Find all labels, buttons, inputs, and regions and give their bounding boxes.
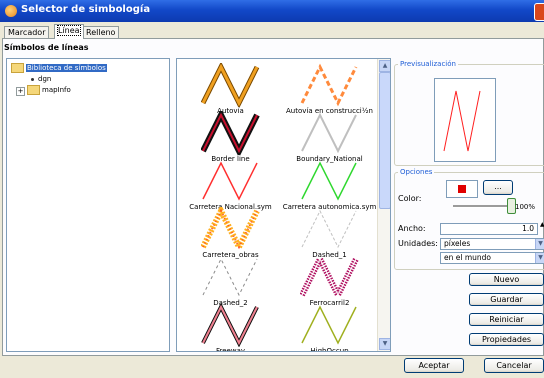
symbol-line-preview	[202, 257, 257, 297]
units-select[interactable]: píxeles ▼	[440, 238, 544, 250]
symbol-item[interactable]: Dashed_1	[282, 207, 377, 259]
reset-button[interactable]: Reiniciar	[469, 313, 544, 326]
symbol-line-preview	[299, 255, 359, 299]
tree-node-dgn[interactable]: dgn	[31, 74, 51, 85]
folder-open-icon	[11, 63, 24, 73]
preview-line	[443, 90, 481, 152]
symbol-item[interactable]: Carretera Nacional.sym	[183, 159, 278, 211]
cancel-button[interactable]: Cancelar	[484, 358, 544, 373]
tab-linea[interactable]: Línea	[54, 24, 84, 39]
symbol-line-preview	[301, 209, 356, 249]
symbol-line-preview	[200, 63, 259, 107]
section-title: Símbolos de líneas	[4, 43, 89, 52]
tree-node-mapinfo[interactable]: mapInfo	[27, 85, 71, 96]
scroll-up-icon[interactable]: ▲	[379, 60, 390, 72]
symbol-item[interactable]: Border line	[183, 111, 278, 163]
library-tree[interactable]: Biblioteca de símbolos dgn + mapInfo	[6, 58, 170, 352]
expand-icon[interactable]: +	[16, 87, 25, 96]
color-value	[458, 185, 466, 193]
scroll-thumb[interactable]	[379, 72, 390, 209]
save-button[interactable]: Guardar	[469, 293, 544, 306]
units-reference-select[interactable]: en el mundo ▼	[440, 252, 544, 264]
app-icon	[5, 5, 17, 17]
window-title: Selector de simbología	[21, 4, 151, 15]
close-button[interactable]	[534, 3, 544, 21]
symbol-item[interactable]: Ferrocarril2	[282, 255, 377, 307]
symbol-line-preview	[300, 63, 357, 107]
symbol-item[interactable]: Carretera autonomica.sym	[282, 159, 377, 211]
leaf-icon	[31, 77, 34, 81]
chevron-down-icon: ▼	[535, 253, 544, 263]
symbol-line-preview	[200, 207, 260, 251]
symbol-line-preview	[300, 305, 357, 345]
accept-button[interactable]: Aceptar	[404, 358, 464, 373]
tree-node-root[interactable]: Biblioteca de símbolos	[11, 63, 107, 74]
symbol-item[interactable]: Dashed_2	[183, 255, 278, 307]
symbol-line-preview	[200, 303, 259, 347]
symbol-item[interactable]: Carretera_obras	[183, 207, 278, 259]
symbol-line-preview	[200, 111, 260, 155]
title-bar: Selector de simbología	[0, 0, 544, 22]
preview-label: Previsualización	[398, 60, 458, 68]
chevron-down-icon: ▼	[535, 239, 544, 249]
symbol-item[interactable]: Autovía	[183, 63, 278, 115]
width-label: Ancho:	[398, 224, 426, 233]
width-input[interactable]: 1.0	[440, 223, 538, 235]
spinner-icon[interactable]: ▲	[540, 221, 544, 228]
color-label: Color:	[398, 194, 422, 203]
folder-icon	[27, 85, 40, 95]
scroll-down-icon[interactable]: ▼	[379, 338, 390, 350]
symbol-line-preview	[300, 161, 357, 201]
symbol-label: HighOccup	[310, 347, 349, 352]
gallery-scrollbar[interactable]: ▲ ▼	[377, 59, 390, 351]
new-button[interactable]: Nuevo	[469, 273, 544, 286]
symbol-label: Freeway	[215, 347, 245, 352]
alpha-value: 100%	[515, 203, 536, 211]
symbol-item[interactable]: HighOccup	[282, 303, 377, 352]
options-label: Opciones	[398, 168, 435, 176]
properties-button[interactable]: Propiedades	[469, 333, 544, 346]
color-more-button[interactable]: ...	[483, 180, 513, 195]
symbol-item[interactable]: Autovía en construcci½n	[282, 63, 377, 115]
symbol-line-preview	[201, 161, 258, 201]
symbol-item[interactable]: Freeway	[183, 303, 278, 352]
alpha-slider-track	[453, 205, 511, 208]
units-label: Unidades:	[398, 239, 438, 248]
symbol-line-preview	[300, 112, 357, 154]
color-swatch[interactable]	[446, 180, 478, 198]
symbol-item[interactable]: Boundary_National	[282, 111, 377, 163]
preview-canvas	[434, 78, 496, 162]
symbol-gallery[interactable]: Autovía Autovía en construcci½n Border lin…	[176, 58, 391, 352]
